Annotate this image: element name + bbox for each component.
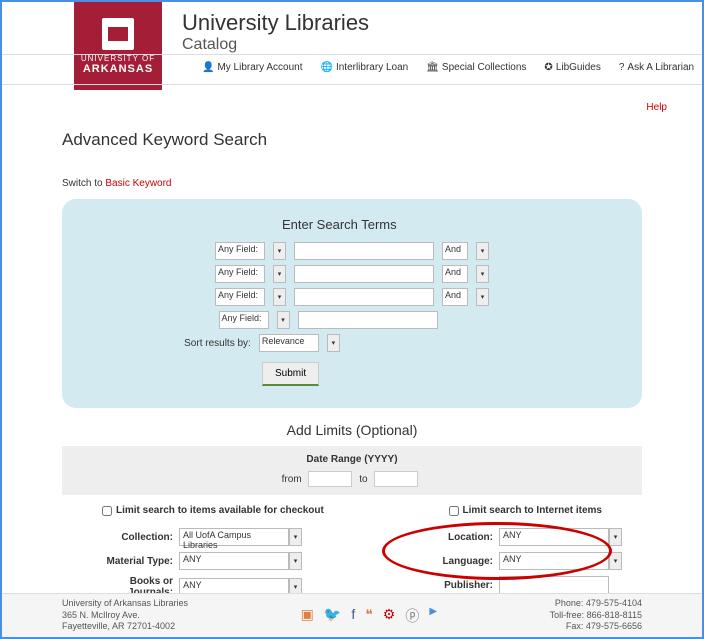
bool-select-3[interactable]: And — [442, 288, 468, 306]
divider — [2, 54, 702, 55]
columns-icon: 🏛 — [426, 62, 439, 73]
footer: University of Arkansas Libraries 365 N. … — [2, 593, 702, 637]
search-terms-heading: Enter Search Terms — [282, 217, 602, 232]
sort-row: Sort results by: Relevance ▾ — [0, 334, 602, 352]
from-label: from — [282, 474, 302, 485]
limit-checkboxes: Limit search to items available for chec… — [62, 495, 642, 522]
main-content: Advanced Keyword Search Switch to Basic … — [2, 92, 702, 639]
nav-libguides[interactable]: ✪LibGuides — [544, 62, 600, 73]
settings-icon[interactable]: ⚙ — [383, 606, 396, 626]
date-range-panel: Date Range (YYYY) from to — [62, 446, 642, 495]
instagram-icon[interactable]: ▣ — [301, 606, 314, 626]
chevron-down-icon[interactable]: ▾ — [289, 528, 302, 546]
top-nav: 👤My Library Account 🌐Interlibrary Loan 🏛… — [202, 62, 694, 73]
nav-my-account[interactable]: 👤My Library Account — [202, 62, 303, 73]
publisher-input[interactable] — [499, 576, 609, 594]
bool-select-1[interactable]: And — [442, 242, 468, 260]
user-icon: 👤 — [202, 62, 214, 73]
twitter-icon[interactable]: 🐦 — [324, 606, 341, 626]
field-select-3[interactable]: Any Field: — [215, 288, 265, 306]
compass-icon: ✪ — [544, 62, 552, 73]
globe-icon: 🌐 — [321, 62, 333, 73]
bool-select-2[interactable]: And — [442, 265, 468, 283]
search-input-3[interactable] — [294, 288, 434, 306]
logo-icon — [102, 18, 134, 50]
nav-special-collections[interactable]: 🏛Special Collections — [426, 62, 526, 73]
date-from-input[interactable] — [308, 471, 352, 487]
search-input-2[interactable] — [294, 265, 434, 283]
university-logo[interactable]: UNIVERSITY OF ARKANSAS — [74, 2, 162, 90]
location-label: Location: — [448, 532, 493, 543]
limit-checkout-checkbox[interactable] — [102, 506, 112, 516]
social-icons: ▣ 🐦 f ❝ ⚙ ⓟ ▶ — [301, 606, 437, 626]
collection-label: Collection: — [121, 532, 173, 543]
field-select-1[interactable]: Any Field: — [215, 242, 265, 260]
nav-interlibrary-loan[interactable]: 🌐Interlibrary Loan — [321, 62, 409, 73]
material-type-label: Material Type: — [107, 556, 174, 567]
chevron-down-icon[interactable]: ▾ — [609, 528, 622, 546]
date-to-input[interactable] — [374, 471, 418, 487]
chevron-down-icon[interactable]: ▾ — [327, 334, 340, 352]
search-row-1: Any Field: ▾ And ▾ — [102, 242, 602, 260]
to-label: to — [359, 474, 367, 485]
chevron-down-icon[interactable]: ▾ — [277, 311, 290, 329]
material-type-select[interactable]: ANY — [179, 552, 289, 570]
search-input-1[interactable] — [294, 242, 434, 260]
language-select[interactable]: ANY — [499, 552, 609, 570]
switch-mode-line: Switch to Basic Keyword — [62, 178, 642, 189]
chevron-down-icon[interactable]: ▾ — [273, 242, 286, 260]
chevron-down-icon[interactable]: ▾ — [273, 288, 286, 306]
page-title: Advanced Keyword Search — [62, 130, 642, 150]
submit-button[interactable]: Submit — [262, 362, 319, 386]
help-link[interactable]: Help — [646, 102, 667, 113]
search-terms-panel: Enter Search Terms Any Field:▾ And▾ Any … — [62, 199, 642, 408]
footer-address: University of Arkansas Libraries 365 N. … — [62, 598, 188, 633]
logo-text-2: ARKANSAS — [83, 63, 153, 75]
pinterest-icon[interactable]: ⓟ — [405, 606, 419, 626]
chevron-down-icon[interactable]: ▾ — [476, 265, 489, 283]
chevron-down-icon[interactable]: ▾ — [273, 265, 286, 283]
sort-select[interactable]: Relevance — [259, 334, 319, 352]
search-row-3: Any Field: ▾ And ▾ — [102, 288, 602, 306]
footer-contact: Phone: 479-575-4104 Toll-free: 866-818-8… — [550, 598, 642, 633]
facebook-icon[interactable]: f — [351, 606, 355, 626]
sort-label: Sort results by: — [184, 338, 251, 349]
field-select-2[interactable]: Any Field: — [215, 265, 265, 283]
basic-keyword-link[interactable]: Basic Keyword — [105, 178, 171, 189]
add-limits-heading: Add Limits (Optional) — [62, 422, 642, 438]
header: UNIVERSITY OF ARKANSAS University Librar… — [2, 2, 702, 92]
youtube-icon[interactable]: ▶ — [429, 606, 437, 626]
chevron-down-icon[interactable]: ▾ — [609, 552, 622, 570]
chevron-down-icon[interactable]: ▾ — [476, 288, 489, 306]
location-select[interactable]: ANY — [499, 528, 609, 546]
site-title: University Libraries — [182, 10, 369, 36]
divider — [2, 84, 702, 85]
date-range-title: Date Range (YYYY) — [70, 454, 634, 465]
chevron-down-icon[interactable]: ▾ — [289, 552, 302, 570]
search-row-4: Any Field: ▾ — [54, 311, 602, 329]
limit-internet-checkbox[interactable] — [449, 506, 459, 516]
publisher-label: Publisher: — [444, 580, 493, 591]
language-label: Language: — [442, 556, 493, 567]
site-title-block: University Libraries Catalog — [182, 10, 369, 54]
search-row-2: Any Field: ▾ And ▾ — [102, 265, 602, 283]
limit-checkout-row[interactable]: Limit search to items available for chec… — [102, 505, 324, 516]
collection-select[interactable]: All UofA Campus Libraries — [179, 528, 289, 546]
chevron-down-icon[interactable]: ▾ — [476, 242, 489, 260]
site-subtitle: Catalog — [182, 36, 369, 54]
field-select-4[interactable]: Any Field: — [219, 311, 269, 329]
blog-icon[interactable]: ❝ — [365, 606, 373, 626]
search-input-4[interactable] — [298, 311, 438, 329]
question-icon: ? — [619, 62, 625, 73]
nav-ask-librarian[interactable]: ?Ask A Librarian — [619, 62, 694, 73]
limit-internet-row[interactable]: Limit search to Internet items — [449, 505, 602, 516]
